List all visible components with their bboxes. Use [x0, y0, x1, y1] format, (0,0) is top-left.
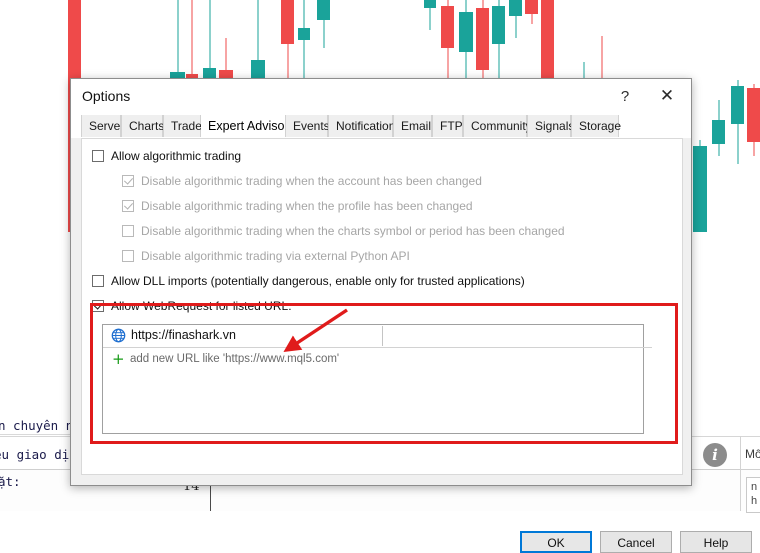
tab-signals[interactable]: Signals — [527, 115, 574, 137]
tab-events[interactable]: Events — [285, 115, 330, 137]
candlestick — [693, 0, 707, 470]
candle-body — [441, 6, 454, 48]
dialog-titlebar[interactable]: Options ? ✕ — [71, 79, 691, 115]
url-text: https://finashark.vn — [131, 328, 236, 342]
option-row[interactable]: Disable algorithmic trading when the cha… — [122, 224, 565, 238]
url-row-underline — [103, 347, 652, 348]
option-label: Disable algorithmic trading when the cha… — [141, 224, 565, 238]
right-panel-label: Mô — [745, 447, 760, 461]
ok-button[interactable]: OK — [520, 531, 592, 553]
close-icon[interactable]: ✕ — [647, 79, 687, 113]
candle-body — [476, 8, 489, 70]
candlestick — [747, 0, 760, 470]
candle-body — [693, 146, 707, 232]
option-row[interactable]: Disable algorithmic trading when the pro… — [122, 199, 473, 213]
tab-ftp[interactable]: FTP — [432, 115, 463, 137]
right-panel-box-line-1: n — [751, 481, 758, 493]
checkbox-checked — [122, 175, 134, 187]
add-url-row[interactable]: + add new URL like 'https://www.mql5.com' — [103, 350, 652, 370]
candle-body — [317, 0, 330, 20]
help-button[interactable]: Help — [680, 531, 752, 553]
tab-charts[interactable]: Charts — [121, 115, 164, 137]
option-label: Disable algorithmic trading via external… — [141, 249, 410, 263]
option-row[interactable]: Allow WebRequest for listed URL: — [92, 299, 292, 313]
tab-email[interactable]: Email — [393, 115, 432, 137]
help-question-icon[interactable]: ? — [605, 79, 645, 113]
plus-icon[interactable]: + — [112, 351, 125, 367]
tab-storage[interactable]: Storage — [571, 115, 621, 137]
axis-bracket — [210, 483, 211, 511]
dialog-title: Options — [82, 88, 131, 104]
left-panel-line-3: ặt: — [0, 474, 21, 489]
option-label: Allow WebRequest for listed URL: — [111, 299, 292, 313]
url-entry-row[interactable]: https://finashark.vn — [103, 325, 652, 348]
candle-body — [492, 6, 505, 44]
tab-server[interactable]: Server — [81, 115, 124, 137]
checkbox-checked[interactable] — [92, 300, 104, 312]
option-row[interactable]: Disable algorithmic trading when the acc… — [122, 174, 482, 188]
candle-body — [424, 0, 436, 8]
tab-trade[interactable]: Trade — [163, 115, 202, 137]
globe-icon — [111, 328, 126, 343]
checkbox-checked — [122, 200, 134, 212]
left-panel-line-1: n chuyên ng — [0, 418, 81, 433]
url-column-divider — [382, 326, 383, 346]
candle-body — [509, 0, 522, 16]
tab-strip: Server Charts Trade Expert Advisors Events No… — [71, 113, 691, 137]
checkbox-unchecked[interactable] — [92, 150, 104, 162]
tab-expert-advisors[interactable]: Expert Advisors — [201, 113, 295, 137]
candlestick — [712, 0, 725, 470]
checkbox-unchecked — [122, 225, 134, 237]
checkbox-unchecked — [122, 250, 134, 262]
option-label: Allow algorithmic trading — [111, 149, 242, 163]
option-row[interactable]: Disable algorithmic trading via external… — [122, 249, 410, 263]
option-label: Disable algorithmic trading when the pro… — [141, 199, 473, 213]
candle-body — [298, 28, 310, 40]
candle-body — [731, 86, 744, 124]
candle-body — [747, 88, 760, 142]
add-url-label: add new URL like 'https://www.mql5.com' — [130, 353, 340, 365]
option-label: Allow DLL imports (potentially dangerous… — [111, 274, 525, 288]
option-row[interactable]: Allow algorithmic trading — [92, 149, 241, 163]
option-row[interactable]: Allow DLL imports (potentially dangerous… — [92, 274, 525, 288]
cancel-button[interactable]: Cancel — [600, 531, 672, 553]
url-list-box[interactable]: https://finashark.vn + add new URL like 'h… — [102, 324, 652, 434]
candle-body — [281, 0, 294, 44]
checkbox-unchecked[interactable] — [92, 275, 104, 287]
candlestick — [731, 0, 744, 470]
left-panel-line-2: ệu giao dị — [0, 447, 70, 462]
info-icon[interactable]: i — [703, 443, 727, 467]
candle-body — [712, 120, 725, 144]
tab-notifications[interactable]: Notifications — [328, 115, 401, 137]
tab-community[interactable]: Community — [463, 115, 532, 137]
options-dialog: Options ? ✕ Server Charts Trade Expert Advi… — [70, 78, 752, 553]
right-panel-divider — [740, 436, 741, 511]
candle-body — [525, 0, 538, 14]
dialog-content-panel: Allow algorithmic trading Disable algorit… — [81, 138, 683, 475]
candle-body — [459, 12, 473, 52]
right-panel-box-line-2: h — [751, 495, 758, 507]
option-label: Disable algorithmic trading when the acc… — [141, 174, 482, 188]
